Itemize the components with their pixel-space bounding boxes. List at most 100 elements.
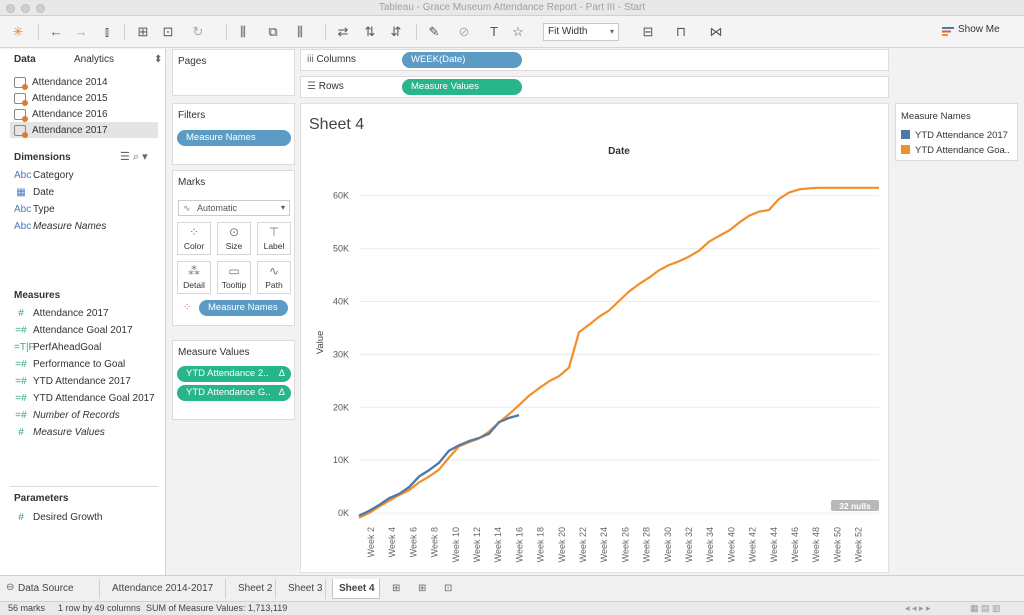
sheet-tab[interactable]: Sheet 3 [282,579,326,599]
datasource-item[interactable]: Attendance 2015 [14,91,108,106]
x-tick-label: Week 32 [684,527,694,562]
detail-icon: ⁂ [188,264,200,278]
measure-type-icon: =T|F [14,342,35,353]
mv-pill-ytd-goal[interactable]: YTD Attendance G.. Δ [177,385,291,401]
x-tick-label: Week 24 [599,527,609,562]
legend-item[interactable]: YTD Attendance Goa.. [901,145,1010,156]
color-pill-icon: ⁘ [183,302,192,313]
back-icon[interactable]: ← [48,23,64,41]
dimension-item[interactable]: ▦ Date [14,185,54,200]
measure-item[interactable]: # Attendance 2017 [14,306,109,321]
forward-icon[interactable]: → [73,23,89,41]
pages-shelf[interactable]: Pages [172,49,295,96]
mv-pill-ytd-attendance[interactable]: YTD Attendance 2.. Δ [177,366,291,382]
measure-item[interactable]: =# Number of Records [14,408,119,423]
columns-shelf[interactable]: iii Columns WEEK(Date) [300,49,889,71]
pane-menu-icon[interactable]: ⬍ [154,54,162,65]
mark-type-select[interactable]: ∿ Automatic ▾ [178,200,290,216]
mark-button-color[interactable]: ⁘ Color [177,222,211,255]
x-tick-label: Week 52 [854,527,864,562]
datasource-icon [14,76,28,90]
mark-button-tooltip[interactable]: ▭ Tooltip [217,261,251,294]
show-labels-icon[interactable]: T [486,23,502,41]
presentation-icon[interactable]: ⊓ [673,23,689,41]
tableau-logo-icon[interactable]: ✳ [10,23,26,41]
new-dashboard-tab-icon[interactable]: ⊞ [412,579,432,599]
fix-axes-icon[interactable]: ⊟ [640,23,656,41]
sheet-tab[interactable]: Attendance 2014-2017 [106,579,226,599]
measure-item[interactable]: =T|FPerfAheadGoal [14,340,101,355]
filters-shelf[interactable]: Filters Measure Names [172,103,295,165]
legend-title: Measure Names [901,111,971,122]
new-story-tab-icon[interactable]: ⊡ [438,579,458,599]
fit-select[interactable]: Fit Width ▾ [543,23,619,41]
datasource-item[interactable]: Attendance 2016 [14,107,108,122]
clear-sheet-icon[interactable]: ⫼ [292,23,308,41]
x-tick-label: Week 14 [493,527,503,562]
highlight-icon[interactable]: ✎ [426,23,442,41]
sort-ascending-icon[interactable]: ⇅ [362,23,378,41]
save-icon[interactable]: ⫾ [99,23,115,41]
legend-label: YTD Attendance Goa.. [915,145,1011,156]
mark-button-size[interactable]: ⊙ Size [217,222,251,255]
datasource-item[interactable]: Attendance 2014 [14,75,108,90]
show-me-button[interactable]: Show Me [958,24,1000,35]
group-icon[interactable]: ⊘ [456,23,472,41]
sheet-tab[interactable]: Sheet 4 [332,579,380,599]
measure-label: YTD Attendance Goal 2017 [33,393,155,404]
measure-item[interactable]: # Measure Values [14,425,105,440]
tab-data[interactable]: Data [14,54,36,65]
sort-descending-icon[interactable]: ⇵ [388,23,404,41]
measure-label: Attendance Goal 2017 [33,325,133,336]
swap-icon[interactable]: ⇄ [335,23,351,41]
measure-item[interactable]: =# YTD Attendance Goal 2017 [14,391,155,406]
new-datasource-icon[interactable]: ⊞ [135,23,151,41]
tab-nav-icons[interactable]: ◂ ◂ ▸ ▸ [905,602,931,615]
measure-item[interactable]: =# Attendance Goal 2017 [14,323,133,338]
datasource-icon [14,124,28,138]
y-tick-label: 60K [333,191,349,201]
dimension-item[interactable]: Abc Category [14,168,74,183]
mark-button-detail[interactable]: ⁂ Detail [177,261,211,294]
refresh-icon[interactable]: ↻ [190,23,206,41]
pin-icon[interactable]: ☆ [510,23,526,41]
legend-item[interactable]: YTD Attendance 2017 [901,130,1008,141]
measure-type-icon: =# [15,359,27,370]
measure-values-shelf: Measure Values YTD Attendance 2.. Δ YTD A… [172,340,295,420]
dimension-item[interactable]: Abc Measure Names [14,219,106,234]
x-tick-label: Week 26 [620,527,630,562]
measure-values-title: Measure Values [178,347,250,358]
new-worksheet-icon[interactable]: ⫼ [235,23,251,41]
tooltip-icon: ▭ [228,264,240,278]
sheet-tab[interactable]: Sheet 2 [232,579,276,599]
marks-pill-measure-names[interactable]: Measure Names [199,300,288,316]
mark-button-label[interactable]: ⊤ Label [257,222,291,255]
rows-shelf[interactable]: ☰ Rows Measure Values [300,76,889,98]
columns-pill-week-date[interactable]: WEEK(Date) [402,52,522,68]
datasource-tab-icon: ⊖ [6,582,15,593]
measure-item[interactable]: =# Performance to Goal [14,357,125,372]
mark-button-path[interactable]: ∿ Path [257,261,291,294]
measure-label: Attendance 2017 [33,308,109,319]
x-tick-label: Week 6 [408,527,418,557]
filter-pill-measure-names[interactable]: Measure Names [177,130,291,146]
parameter-item[interactable]: # Desired Growth [14,510,102,525]
tab-analytics[interactable]: Analytics [74,54,114,65]
duplicate-sheet-icon[interactable]: ⧉ [265,23,281,41]
pause-updates-icon[interactable]: ⊡ [160,23,176,41]
rows-pill-measure-values[interactable]: Measure Values [402,79,522,95]
measure-item[interactable]: =# YTD Attendance 2017 [14,374,131,389]
mark-button-label: Detail [183,280,205,290]
datasource-item[interactable]: Attendance 2017 [14,123,108,138]
new-worksheet-tab-icon[interactable]: ⊞ [386,579,406,599]
sheet-tab[interactable]: Data Source [0,579,100,599]
share-icon[interactable]: ⋈ [708,23,724,41]
dimensions-menu-icon[interactable]: ☰ ⌕ ▾ [120,150,148,164]
data-pane: Data Analytics ⬍ Attendance 2014 Attendan… [0,49,166,575]
view-mode-icons[interactable]: ▦ ▤ ▥ [970,602,1001,615]
x-tick-label: Week 4 [387,527,397,557]
measure-type-icon: # [18,308,24,319]
dimension-item[interactable]: Abc Type [14,202,55,217]
datasource-label: Attendance 2017 [32,125,108,136]
rows-label: ☰ Rows [307,81,344,92]
